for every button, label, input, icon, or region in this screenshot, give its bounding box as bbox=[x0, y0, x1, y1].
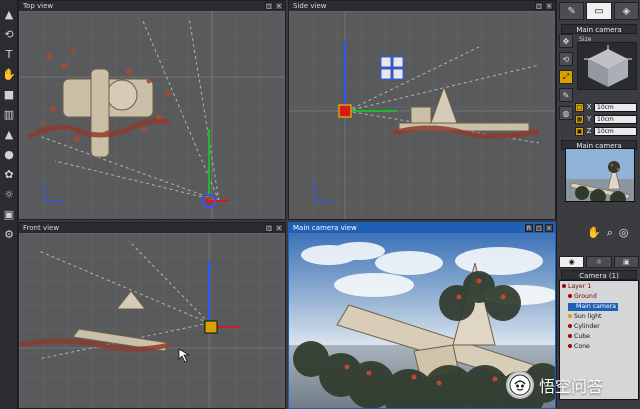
cylinder-icon bbox=[568, 324, 572, 328]
cube-icon[interactable]: ■ bbox=[1, 86, 17, 102]
viewport-controls: R □ × bbox=[525, 224, 553, 232]
tab-object[interactable]: ▭ bbox=[586, 2, 612, 20]
size-gizmo[interactable] bbox=[577, 42, 637, 90]
tab-objects[interactable]: ◉ bbox=[559, 256, 585, 268]
navigation-icons: ✋ ⌕ ◎ bbox=[587, 226, 637, 240]
watermark-text: 悟空问答 bbox=[539, 377, 604, 396]
axis-label: Z bbox=[586, 127, 592, 135]
cone-icon[interactable]: ▲ bbox=[1, 126, 17, 142]
target-icon[interactable]: ◎ bbox=[619, 226, 629, 240]
hand-icon[interactable]: ✋ bbox=[587, 226, 601, 240]
cube-gizmo-icon bbox=[584, 45, 632, 87]
side-view[interactable]: Side view □ × bbox=[288, 0, 556, 220]
hand-icon[interactable]: ✋ bbox=[1, 66, 17, 82]
tab-cameras[interactable]: ▣ bbox=[613, 256, 639, 268]
tree-item-label: Cone bbox=[574, 343, 590, 350]
edit-icon[interactable]: ✎ bbox=[559, 88, 573, 102]
top-view-canvas bbox=[19, 11, 285, 219]
tree-item-label: Cube bbox=[574, 333, 590, 340]
viewport-controls: □ × bbox=[265, 224, 283, 232]
text-icon[interactable]: T bbox=[1, 46, 17, 62]
front-view-canvas bbox=[19, 233, 285, 408]
tree-item[interactable]: Layer 1 bbox=[562, 283, 591, 291]
pointer-icon[interactable]: ▲ bbox=[1, 6, 17, 22]
close-icon[interactable]: × bbox=[275, 2, 283, 10]
camera-preview[interactable] bbox=[565, 148, 635, 202]
layer-icon bbox=[562, 284, 566, 288]
cone-icon bbox=[568, 344, 572, 348]
tree-item[interactable]: Sun light bbox=[568, 313, 601, 321]
tree-item[interactable]: Cone bbox=[568, 343, 590, 351]
right-panel: ✎ ▭ ◈ Main camera ✥ ⟲ ⤢ ✎ ◍ Size □ X 10c… bbox=[556, 0, 640, 409]
viewport-title: Main camera view bbox=[289, 223, 555, 233]
plant-icon[interactable]: ✿ bbox=[1, 166, 17, 182]
maximize-icon[interactable]: □ bbox=[265, 2, 273, 10]
object-tabs: ◉ ☼ ▣ bbox=[559, 256, 639, 268]
coord-y: ▦ Y 10cm bbox=[575, 114, 637, 124]
viewport-controls: □ × bbox=[535, 2, 553, 10]
side-view-canvas bbox=[289, 11, 555, 219]
lock-icon[interactable]: ▣ bbox=[575, 126, 584, 136]
tree-item-main-camera[interactable]: Main camera bbox=[568, 303, 619, 311]
maximize-icon[interactable]: □ bbox=[265, 224, 273, 232]
tree-item-label: Main camera bbox=[576, 303, 617, 310]
front-view[interactable]: Front view □ × bbox=[18, 222, 286, 409]
preview-image bbox=[566, 149, 634, 201]
left-toolbar: ▲ ⟲ T ✋ ■ ▥ ▲ ● ✿ ☼ ▣ ⚙ bbox=[0, 0, 18, 409]
settings-icon[interactable]: ⚙ bbox=[1, 226, 17, 242]
rotate-icon[interactable]: ⟲ bbox=[1, 26, 17, 42]
tree-item[interactable]: Cube bbox=[568, 333, 590, 341]
viewport-title: Side view bbox=[289, 1, 555, 11]
close-icon[interactable]: × bbox=[275, 224, 283, 232]
tab-lights[interactable]: ☼ bbox=[586, 256, 612, 268]
render-icon[interactable]: R bbox=[525, 224, 533, 232]
cube-icon bbox=[568, 334, 572, 338]
close-icon[interactable]: × bbox=[545, 224, 553, 232]
tree-item[interactable]: Cylinder bbox=[568, 323, 600, 331]
camera-header: Main camera bbox=[561, 24, 637, 34]
tree-item-label: Cylinder bbox=[574, 323, 600, 330]
camera-icon bbox=[570, 304, 574, 308]
zoom-icon[interactable]: ⌕ bbox=[607, 226, 613, 240]
scale-icon[interactable]: ⤢ bbox=[559, 70, 573, 84]
tool-icons: ✥ ⟲ ⤢ ✎ ◍ bbox=[559, 34, 573, 134]
axis-label: X bbox=[586, 103, 592, 111]
maximize-icon[interactable]: □ bbox=[535, 224, 543, 232]
paint-icon[interactable]: ◍ bbox=[559, 106, 573, 120]
rotate-icon[interactable]: ⟲ bbox=[559, 52, 573, 66]
light-icon[interactable]: ☼ bbox=[1, 186, 17, 202]
viewport-title: Front view bbox=[19, 223, 285, 233]
viewport-controls: □ × bbox=[265, 2, 283, 10]
move-icon[interactable]: ✥ bbox=[559, 34, 573, 48]
tree-item-label: Sun light bbox=[574, 313, 602, 320]
tab-paint[interactable]: ✎ bbox=[559, 2, 585, 20]
lock-icon[interactable]: □ bbox=[575, 102, 584, 112]
tab-material[interactable]: ◈ bbox=[613, 2, 639, 20]
tree-item-label: Layer 1 bbox=[568, 283, 592, 290]
tree-item-label: Ground bbox=[574, 293, 597, 300]
tree-item[interactable]: Ground bbox=[568, 293, 597, 301]
object-list-header: Camera (1) bbox=[561, 270, 637, 280]
maximize-icon[interactable]: □ bbox=[535, 2, 543, 10]
y-size-field[interactable]: 10cm bbox=[594, 114, 637, 124]
coord-x: □ X 10cm bbox=[575, 102, 637, 112]
ground-icon bbox=[568, 294, 572, 298]
z-size-field[interactable]: 10cm bbox=[594, 126, 637, 136]
app-window: ▲ ⟲ T ✋ ■ ▥ ▲ ● ✿ ☼ ▣ ⚙ Top view □ × Sid… bbox=[0, 0, 640, 409]
camera-icon[interactable]: ▣ bbox=[1, 206, 17, 222]
cylinder-icon[interactable]: ▥ bbox=[1, 106, 17, 122]
watermark: 悟空问答 bbox=[506, 368, 632, 402]
sun-icon bbox=[568, 314, 572, 318]
coord-z: ▣ Z 10cm bbox=[575, 126, 637, 136]
watermark-logo-icon bbox=[506, 371, 534, 399]
lock-icon[interactable]: ▦ bbox=[575, 114, 584, 124]
axis-label: Y bbox=[586, 115, 592, 123]
x-size-field[interactable]: 10cm bbox=[594, 102, 637, 112]
top-view[interactable]: Top view □ × bbox=[18, 0, 286, 220]
close-icon[interactable]: × bbox=[545, 2, 553, 10]
viewport-title: Top view bbox=[19, 1, 285, 11]
right-panel-tabs: ✎ ▭ ◈ bbox=[557, 0, 640, 22]
sphere-icon[interactable]: ● bbox=[1, 146, 17, 162]
